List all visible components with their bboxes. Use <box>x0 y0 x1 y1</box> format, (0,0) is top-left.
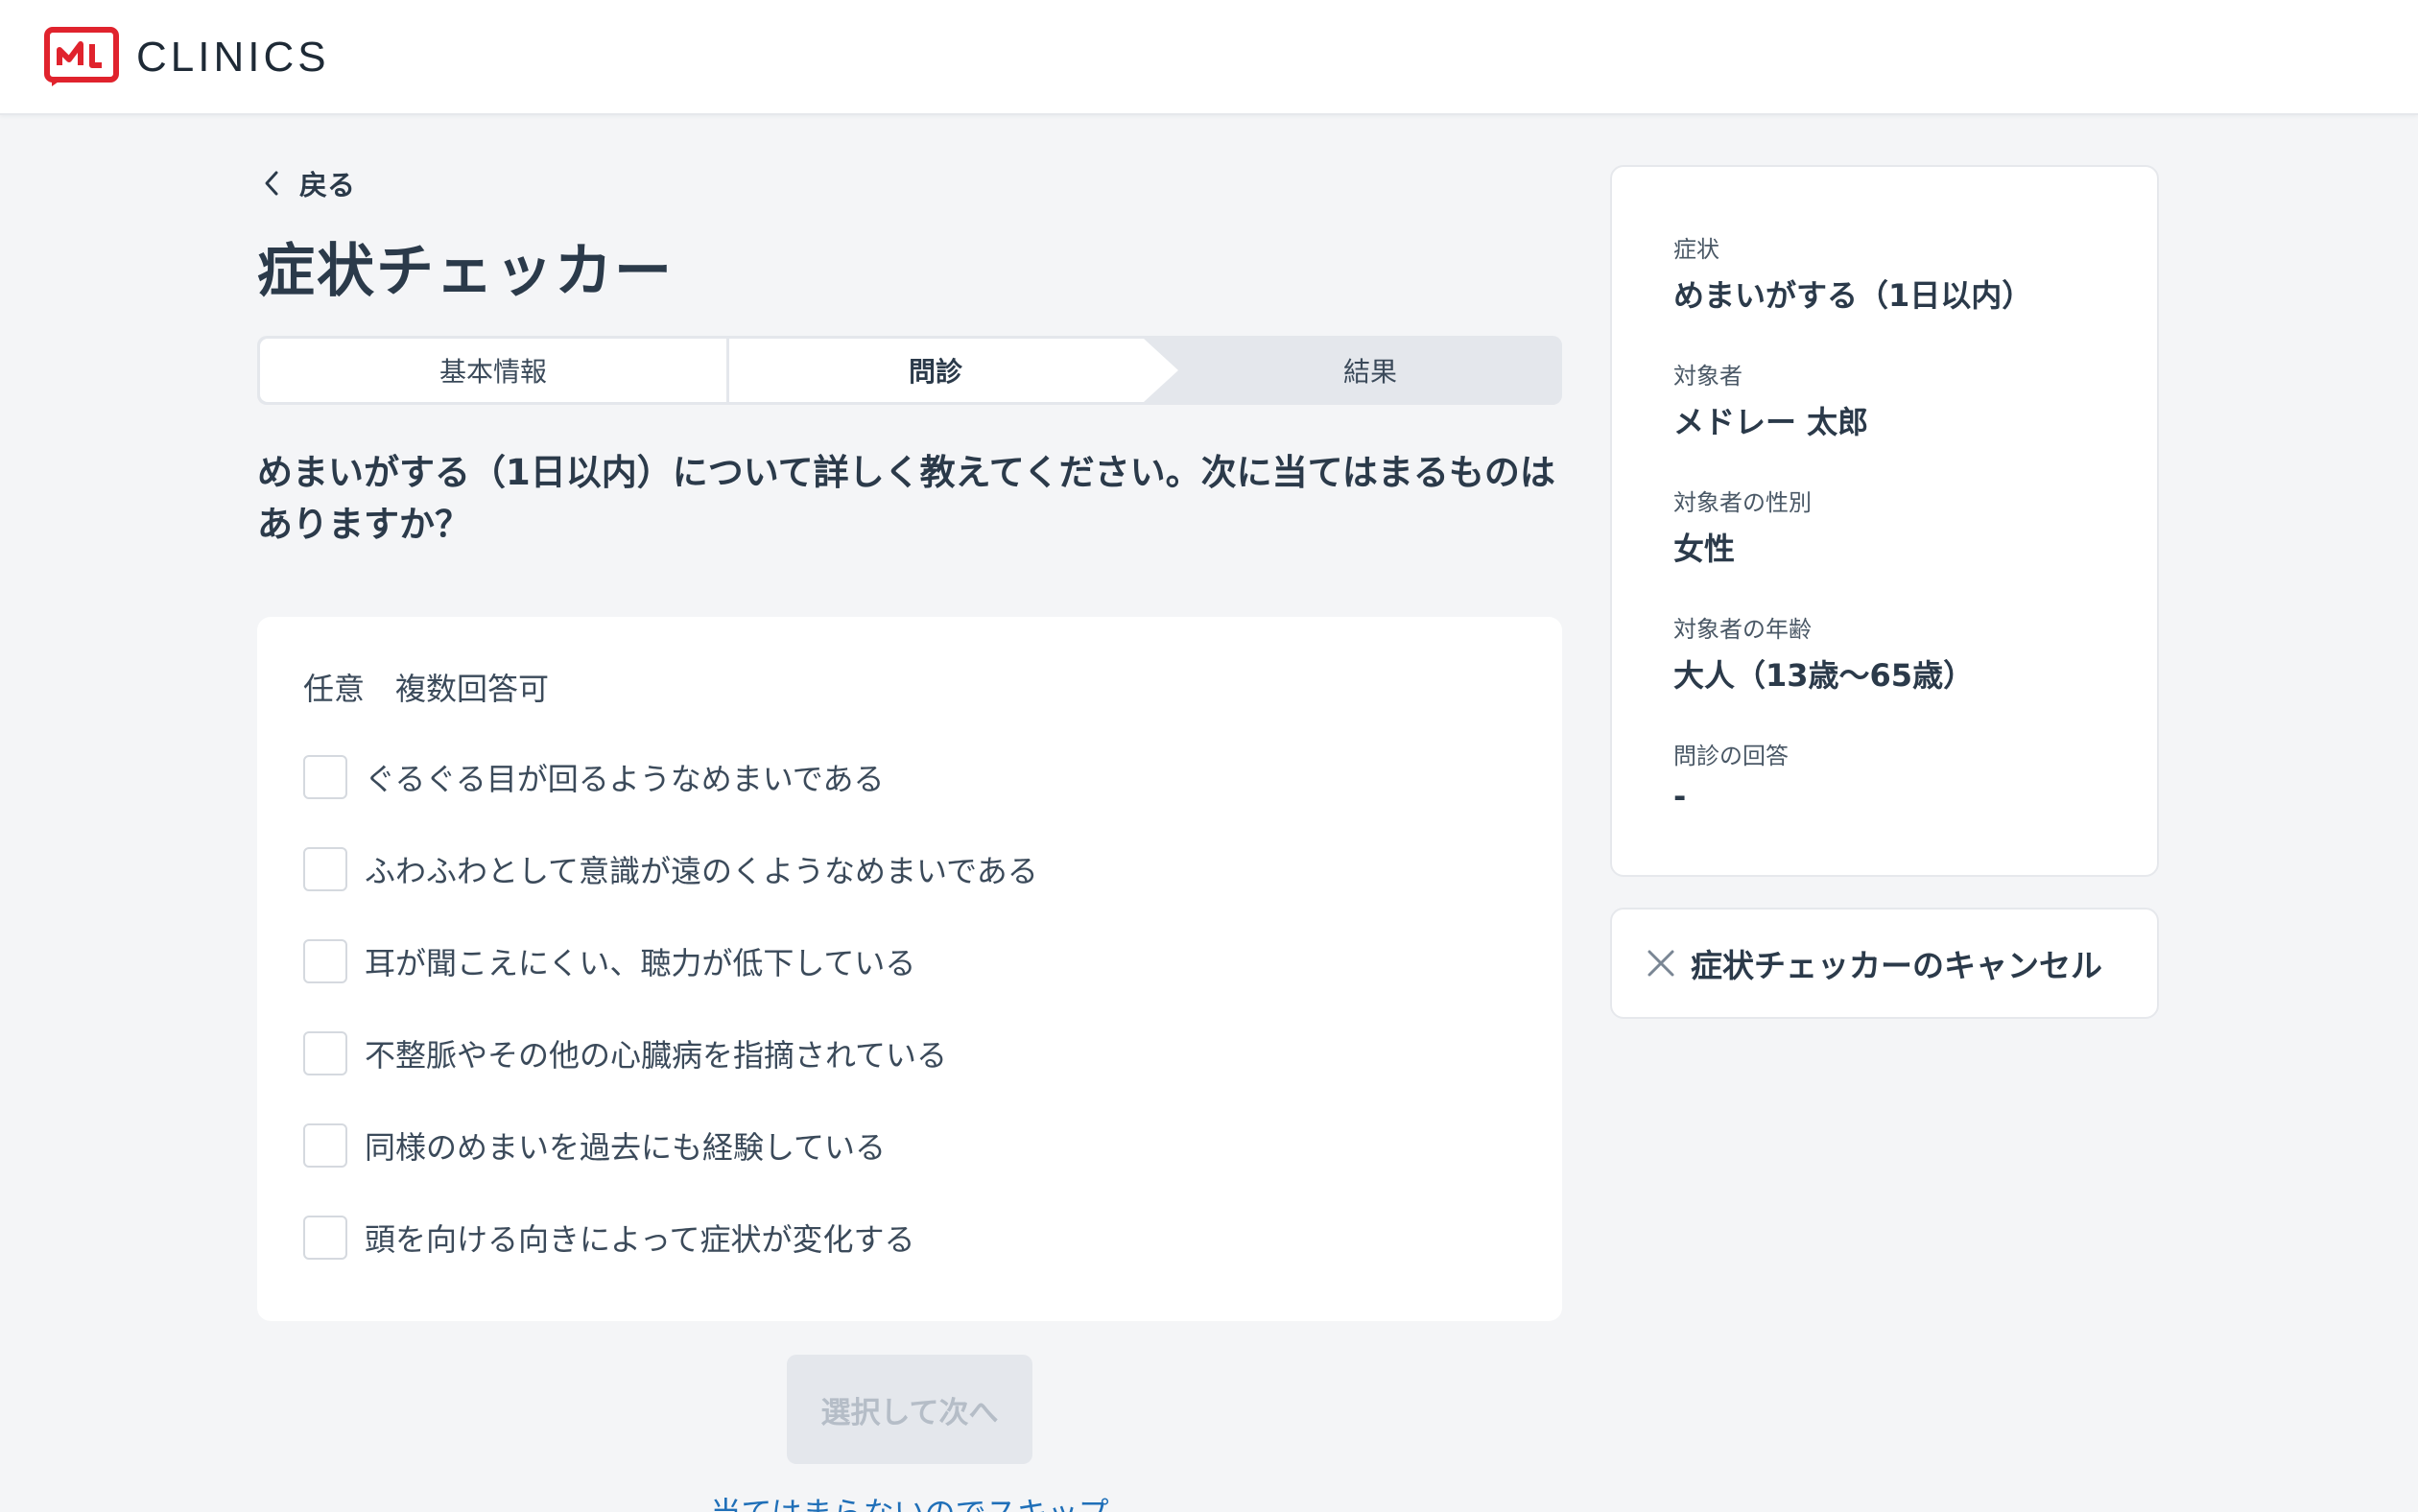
option-label: ふわふわとして意識が遠のくようなめまいである <box>365 853 1038 889</box>
checkbox[interactable] <box>303 847 347 891</box>
checkbox[interactable] <box>303 1031 347 1075</box>
summary-value: メドレー 太郎 <box>1673 404 1869 440</box>
checkbox[interactable] <box>303 1123 347 1168</box>
summary-age: 対象者の年齢 大人（13歳〜65歳） <box>1673 610 1974 696</box>
page-title: 症状チェッカー <box>257 238 674 305</box>
summary-gender: 対象者の性別 女性 <box>1673 484 1812 569</box>
option-item[interactable]: 耳が聞こえにくい、聴力が低下している <box>303 937 915 985</box>
option-item[interactable]: 同様のめまいを過去にも経験している <box>303 1122 886 1169</box>
option-label: 耳が聞こえにくい、聴力が低下している <box>365 945 916 981</box>
summary-symptom: 症状 めまいがする（1日以内） <box>1673 230 2032 316</box>
brand-name: CLINICS <box>136 34 330 81</box>
answer-note: 任意 複数回答可 <box>303 671 550 707</box>
step-basic-info: 基本情報 <box>260 339 726 402</box>
step-interview-label: 問診 <box>908 356 962 388</box>
summary-label: 対象者の年齢 <box>1673 616 1812 643</box>
cancel-checker-button[interactable]: 症状チェッカーのキャンセル <box>1610 908 2159 1019</box>
question-text: めまいがする（1日以内）について詳しく教えてください。次に当てはまるものはありま… <box>257 452 1555 545</box>
summary-label: 症状 <box>1673 236 1719 263</box>
option-label: 不整脈やその他の心臓病を指摘されている <box>365 1037 948 1074</box>
option-label: 同様のめまいを過去にも経験している <box>365 1129 887 1166</box>
summary-label: 問診の回答 <box>1673 743 1789 769</box>
summary-answers: 問診の回答 - <box>1673 737 1789 815</box>
option-item[interactable]: ぐるぐる目が回るようなめまいである <box>303 753 884 801</box>
step-interview: 問診 <box>729 339 1178 402</box>
summary-value: 大人（13歳〜65歳） <box>1673 657 1975 694</box>
option-item[interactable]: 不整脈やその他の心臓病を指摘されている <box>303 1029 947 1077</box>
summary-value: 女性 <box>1673 531 1736 567</box>
next-button[interactable]: 選択して次へ <box>787 1355 1032 1464</box>
skip-link[interactable]: 当てはまらないのでスキップ <box>0 1489 1819 1512</box>
summary-label: 対象者の性別 <box>1673 489 1812 516</box>
summary-panel: 症状 めまいがする（1日以内） 対象者 メドレー 太郎 対象者の性別 女性 対象… <box>1610 165 2159 877</box>
options-card: 任意 複数回答可 ぐるぐる目が回るようなめまいである ふわふわとして意識が遠のく… <box>257 617 1562 1321</box>
back-label: 戻る <box>299 169 356 201</box>
summary-label: 対象者 <box>1673 363 1742 390</box>
chevron-left-icon <box>265 171 278 196</box>
summary-value: - <box>1673 778 1687 815</box>
summary-value: めまいがする（1日以内） <box>1673 277 2033 314</box>
clinics-logo-icon <box>44 27 119 86</box>
cancel-label: 症状チェッカーのキャンセル <box>1691 947 2102 984</box>
close-icon <box>1648 950 1674 977</box>
option-item[interactable]: ふわふわとして意識が遠のくようなめまいである <box>303 845 1038 893</box>
step-result: 結果 <box>1342 356 1397 388</box>
summary-subject: 対象者 メドレー 太郎 <box>1673 357 1868 442</box>
checkbox[interactable] <box>303 939 347 983</box>
option-label: ぐるぐる目が回るようなめまいである <box>365 761 885 797</box>
checkbox[interactable] <box>303 755 347 799</box>
clinics-logo[interactable]: CLINICS <box>44 27 330 88</box>
checkbox[interactable] <box>303 1216 347 1260</box>
app-header: CLINICS <box>0 0 2418 115</box>
progress-stepper: 基本情報 問診 結果 <box>257 336 1562 405</box>
option-item[interactable]: 頭を向ける向きによって症状が変化する <box>303 1214 914 1262</box>
option-label: 頭を向ける向きによって症状が変化する <box>365 1221 915 1258</box>
back-link[interactable]: 戻る <box>259 163 355 203</box>
